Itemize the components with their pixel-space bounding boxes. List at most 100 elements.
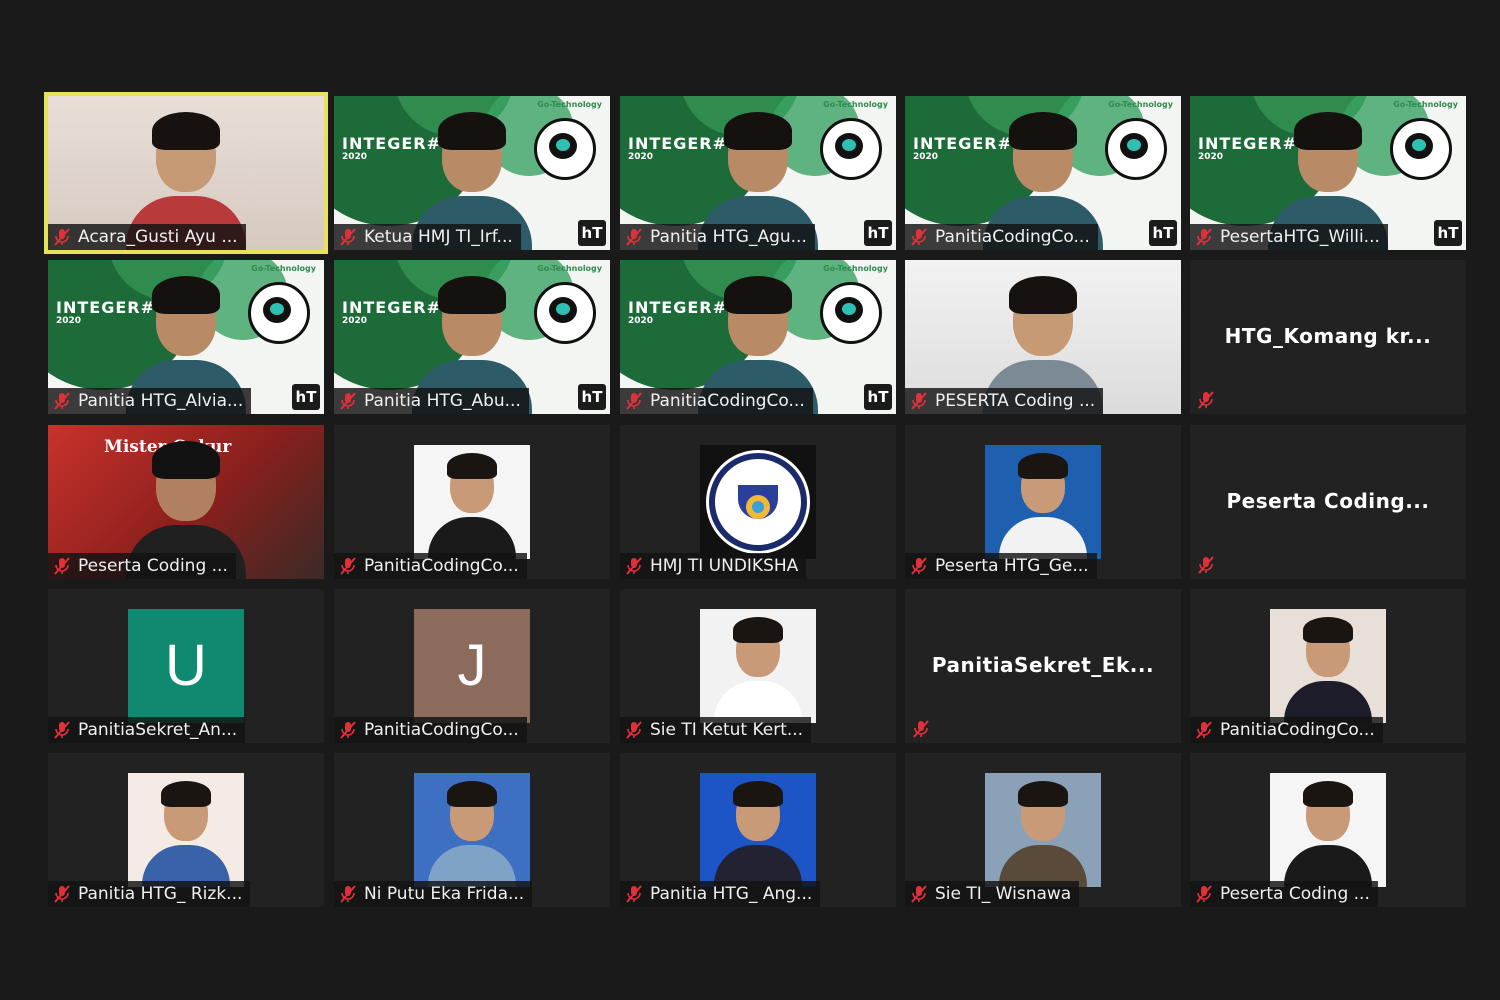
- banner-year: 2020: [628, 152, 654, 162]
- participant-hair: [152, 441, 220, 479]
- participant-tile[interactable]: INTEGER#2 2020 Go-Technology hT Panitia HTG_…: [334, 260, 610, 414]
- robot-mascot-icon: [1105, 118, 1167, 180]
- participant-hair: [724, 276, 792, 314]
- participant-hair: [1018, 453, 1068, 479]
- brand-logo-icon: hT: [864, 220, 892, 246]
- banner-brand: Go-Technology: [251, 264, 316, 273]
- robot-mascot-icon: [534, 118, 596, 180]
- participant-tile[interactable]: INTEGER#2 2020 Go-Technology hT Panitia HTG_…: [620, 96, 896, 250]
- participant-name-label: Ketua HMJ TI_Irf...: [334, 224, 521, 250]
- participant-tile[interactable]: Peserta HTG_Ge...: [905, 425, 1181, 579]
- participant-tile[interactable]: INTEGER#2 2020 Go-Technology hT PesertaHTG_W…: [1190, 96, 1466, 250]
- muted-mic-icon: [911, 392, 927, 410]
- robot-mascot-icon: [248, 282, 310, 344]
- avatar-initial: U: [128, 609, 244, 723]
- participant-name-label: PESERTA Coding ...: [905, 388, 1104, 414]
- participant-hair: [733, 781, 783, 807]
- muted-mic-icon: [913, 720, 929, 738]
- muted-mic-icon: [340, 392, 356, 410]
- participant-name: Ketua HMJ TI_Irf...: [364, 227, 513, 247]
- participant-gallery: Acara_Gusti Ayu ... INTEGER#2 2020 Go-Techn…: [0, 0, 1500, 1000]
- participant-tile[interactable]: INTEGER#2 2020 Go-Technology hT PanitiaCodin…: [620, 260, 896, 414]
- banner-brand: Go-Technology: [823, 100, 888, 109]
- participant-tile[interactable]: Ni Putu Eka Frida...: [334, 753, 610, 907]
- robot-eye: [835, 133, 863, 159]
- participant-name: PanitiaCodingCo...: [935, 227, 1090, 247]
- participant-hair: [724, 112, 792, 150]
- muted-mic-icon: [911, 228, 927, 246]
- participant-hair: [733, 617, 783, 643]
- participant-tile[interactable]: Peserta Coding ...: [1190, 753, 1466, 907]
- participant-hair: [1294, 112, 1362, 150]
- participant-tile[interactable]: Sie TI_ Wisnawa: [905, 753, 1181, 907]
- participant-tile[interactable]: HTG_Komang kr...: [1190, 260, 1466, 414]
- participant-hair: [161, 781, 211, 807]
- muted-mic-icon: [626, 885, 642, 903]
- participant-name: Sie TI Ketut Kert...: [650, 720, 804, 740]
- participant-tile[interactable]: J PanitiaCodingCo...: [334, 589, 610, 743]
- muted-mic-icon: [1198, 556, 1214, 574]
- participant-name-large: HTG_Komang kr...: [1224, 324, 1432, 348]
- brand-logo-icon: hT: [578, 220, 606, 246]
- participant-name: PesertaHTG_Willi...: [1220, 227, 1380, 247]
- participant-tile[interactable]: U PanitiaSekret_An...: [48, 589, 324, 743]
- participant-hair: [1009, 276, 1077, 314]
- robot-eye: [835, 297, 863, 323]
- muted-mic-icon: [626, 557, 642, 575]
- profile-photo: [700, 773, 816, 887]
- organization-logo-icon: [700, 445, 816, 559]
- participant-tile[interactable]: Panitia HTG_ Ang...: [620, 753, 896, 907]
- participant-tile[interactable]: PESERTA Coding ...: [905, 260, 1181, 414]
- participant-hair: [438, 276, 506, 314]
- muted-mic-icon: [911, 885, 927, 903]
- participant-tile[interactable]: Mister CukurPeserta Coding ...: [48, 425, 324, 579]
- brand-logo-icon: hT: [292, 384, 320, 410]
- profile-photo: [700, 609, 816, 723]
- muted-mic-icon: [54, 721, 70, 739]
- participant-tile[interactable]: Panitia HTG_ Rizk...: [48, 753, 324, 907]
- robot-eye: [549, 297, 577, 323]
- banner-year: 2020: [913, 152, 939, 162]
- banner-brand: Go-Technology: [537, 264, 602, 273]
- muted-mic-icon: [626, 228, 642, 246]
- participant-tile[interactable]: PanitiaSekret_Ek...: [905, 589, 1181, 743]
- participant-tile[interactable]: INTEGER#2 2020 Go-Technology hT Ketua HMJ TI…: [334, 96, 610, 250]
- profile-photo: [985, 445, 1101, 559]
- participant-hair: [152, 112, 220, 150]
- participant-tile[interactable]: Peserta Coding...: [1190, 425, 1466, 579]
- muted-mic-icon: [626, 721, 642, 739]
- robot-mascot-icon: [820, 282, 882, 344]
- robot-eye: [549, 133, 577, 159]
- participant-name: HMJ TI UNDIKSHA: [650, 556, 799, 576]
- profile-photo: [128, 773, 244, 887]
- participant-tile[interactable]: INTEGER#2 2020 Go-Technology hT PanitiaCodin…: [905, 96, 1181, 250]
- banner-brand: Go-Technology: [823, 264, 888, 273]
- participant-name: Peserta Coding ...: [1220, 884, 1370, 904]
- participant-name-label: Ni Putu Eka Frida...: [334, 881, 533, 907]
- participant-name: PanitiaCodingCo...: [364, 720, 519, 740]
- robot-mascot-icon: [1390, 118, 1452, 180]
- participant-tile[interactable]: HMJ TI UNDIKSHA: [620, 425, 896, 579]
- muted-mic-icon: [340, 721, 356, 739]
- participant-name: Panitia HTG_ Ang...: [650, 884, 813, 904]
- participant-tile[interactable]: Acara_Gusti Ayu ...: [44, 92, 328, 254]
- participant-tile[interactable]: Sie TI Ketut Kert...: [620, 589, 896, 743]
- participant-tile[interactable]: PanitiaCodingCo...: [1190, 589, 1466, 743]
- participant-name: PanitiaCodingCo...: [1220, 720, 1375, 740]
- participant-name-label: HMJ TI UNDIKSHA: [620, 553, 807, 579]
- participant-name: PanitiaCodingCo...: [650, 391, 805, 411]
- muted-mic-icon: [54, 392, 70, 410]
- participant-tile[interactable]: PanitiaCodingCo...: [334, 425, 610, 579]
- participant-name: PESERTA Coding ...: [935, 391, 1096, 411]
- brand-logo-icon: hT: [578, 384, 606, 410]
- robot-mascot-icon: [534, 282, 596, 344]
- muted-mic-icon: [54, 228, 70, 246]
- participant-name-label: Panitia HTG_Alvia...: [48, 388, 252, 414]
- participant-hair: [1303, 781, 1353, 807]
- participant-name-label: PanitiaCodingCo...: [334, 553, 527, 579]
- participant-hair: [447, 453, 497, 479]
- participant-tile[interactable]: INTEGER#2 2020 Go-Technology hT Panitia HTG_…: [48, 260, 324, 414]
- robot-eye: [263, 297, 291, 323]
- muted-mic-icon: [1196, 228, 1212, 246]
- participant-name: Sie TI_ Wisnawa: [935, 884, 1072, 904]
